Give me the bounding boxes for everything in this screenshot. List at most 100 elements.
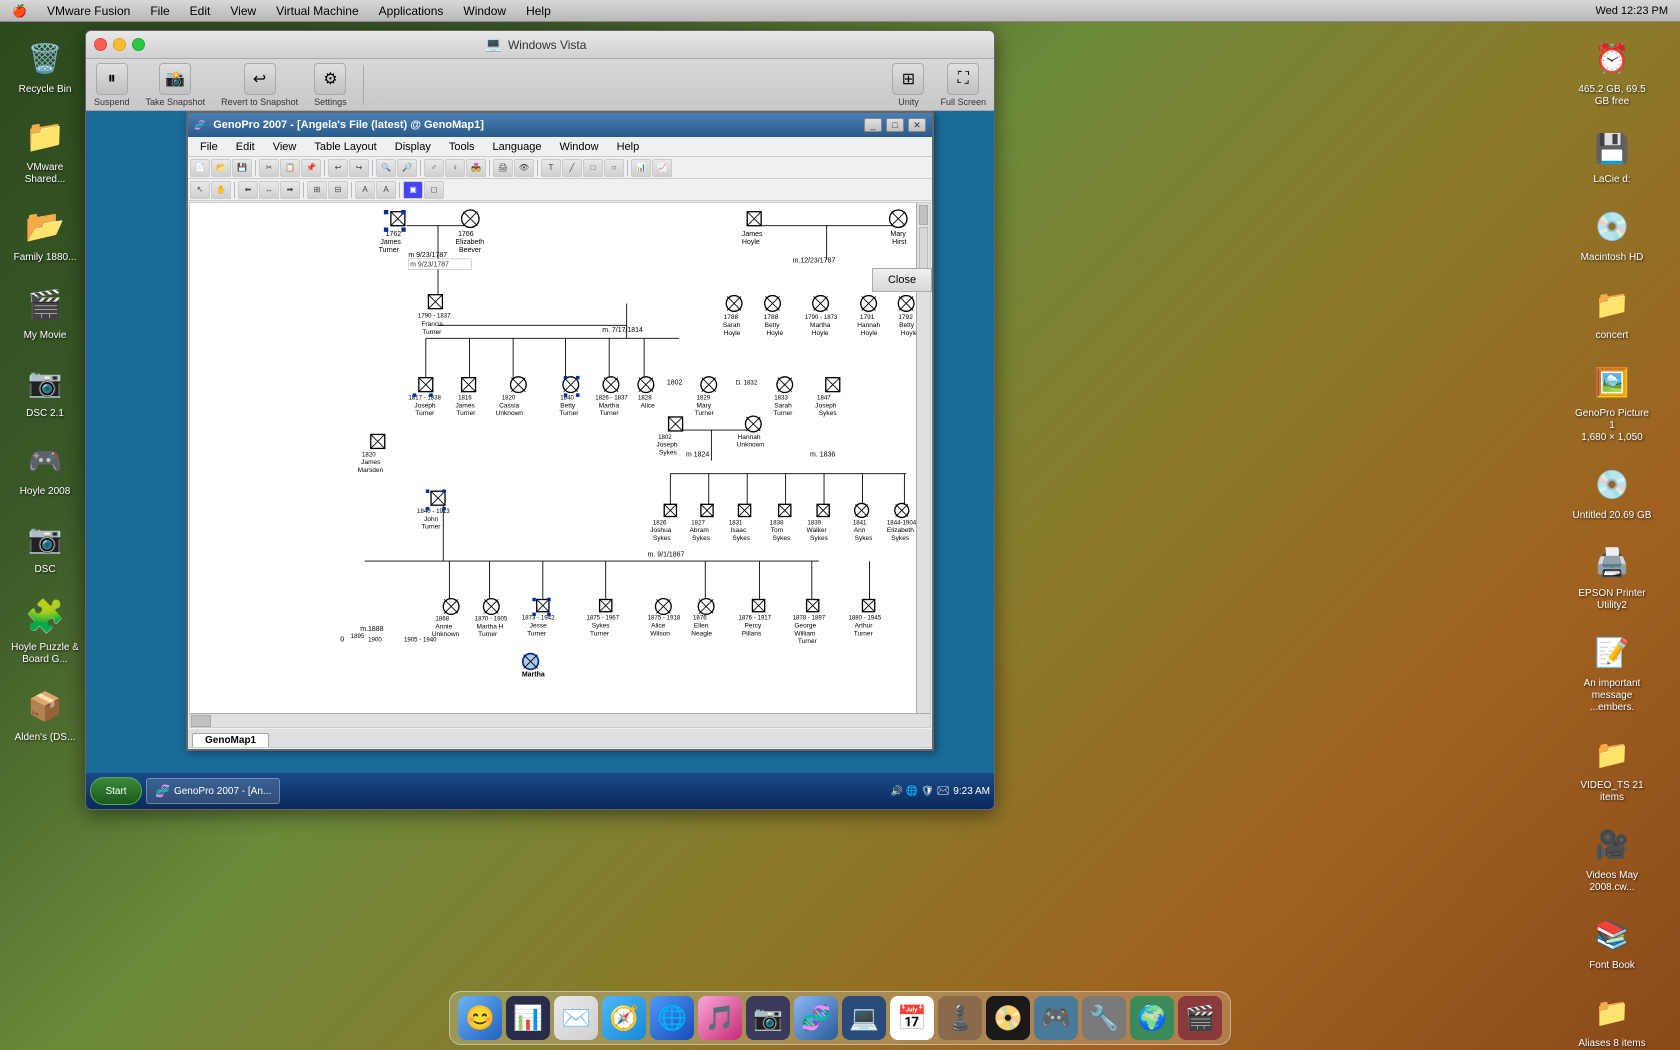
untitled-icon[interactable]: 💿 Untitled 20.69 GB [1556,456,1668,526]
genopro-language-menu[interactable]: Language [485,139,550,155]
genopro-maximize-btn[interactable]: □ [886,118,904,132]
fontsize-btn[interactable]: A [376,181,396,199]
help-menu[interactable]: Help [522,4,555,18]
applications-menu[interactable]: Applications [375,4,448,18]
genopro-taskbar-item[interactable]: 🧬 GenoPro 2007 - [An... [146,778,280,804]
fullscreen-button[interactable]: ⛶ Full Screen [940,63,986,107]
zoom-in-btn[interactable]: 🔍 [376,159,396,177]
hoyle2008-icon[interactable]: 🎮 Hoyle 2008 [4,432,86,502]
genopro-window-menu[interactable]: Window [551,139,606,155]
undo-btn[interactable]: ↩ [328,159,348,177]
dock-safari[interactable]: 🧭 [602,996,646,1040]
add-female-btn[interactable]: ♀ [445,159,465,177]
dock-finder[interactable]: 😊 [458,996,502,1040]
dock-dvd[interactable]: 📀 [986,996,1030,1040]
dock-chess[interactable]: ♟️ [938,996,982,1040]
my-movie-icon[interactable]: 🎬 My Movie [4,276,86,346]
arrange2-btn[interactable]: ⊟ [328,181,348,199]
time-machine-desktop-icon[interactable]: ⏰ 465.2 GB, 69.5 GB free [1556,30,1668,112]
dock-dashboard[interactable]: 📊 [506,996,550,1040]
revert-snapshot-button[interactable]: ↩ Revert to Snapshot [221,63,298,107]
start-button[interactable]: Start [90,777,142,805]
genopro-view-menu[interactable]: View [265,139,305,155]
shape-btn[interactable]: □ [583,159,603,177]
save-btn[interactable]: 💾 [232,159,252,177]
hoyle-puzzle-icon[interactable]: 🧩 Hoyle Puzzle & Board G... [4,588,86,670]
preview-btn[interactable]: 👁 [514,159,534,177]
window-menu[interactable]: Window [459,4,510,18]
genopro-file-menu[interactable]: File [192,139,226,155]
aliases-icon[interactable]: 📁 Aliases 8 items [1556,984,1668,1050]
chart-btn[interactable]: 📈 [652,159,672,177]
align-left-btn[interactable]: ⬅ [238,181,258,199]
genopro-canvas[interactable]: 1762 James Turner 1766 Elizabeth [189,202,931,728]
genopro-close-btn[interactable]: ✕ [908,118,926,132]
paste-btn[interactable]: 📌 [301,159,321,177]
align-center-btn[interactable]: ↔ [259,181,279,199]
take-snapshot-button[interactable]: 📸 Take Snapshot [146,63,206,107]
vmware-shared-icon[interactable]: 📁 VMware Shared... [4,108,86,190]
macintosh-hd-icon[interactable]: 💿 Macintosh HD [1556,198,1668,268]
video-ts-icon[interactable]: 📁 VIDEO_TS 21 items [1556,726,1668,808]
font-btn[interactable]: A [355,181,375,199]
suspend-button[interactable]: ⏸ Suspend [94,63,130,107]
apple-menu[interactable]: 🍎 [8,4,31,18]
genopro-help-menu[interactable]: Help [609,139,648,155]
genopro-minimize-btn[interactable]: _ [864,118,882,132]
add-marriage-btn[interactable]: 💑 [466,159,486,177]
dock-misc1[interactable]: 🎮 [1034,996,1078,1040]
videos-may-icon[interactable]: 🎥 Videos May 2008.cw... [1556,816,1668,898]
font-book-icon[interactable]: 📚 Font Book [1556,906,1668,976]
important-msg-icon[interactable]: 📝 An important message ...embers. [1556,624,1668,718]
cut-btn[interactable]: ✂ [259,159,279,177]
arrange-btn[interactable]: ⊞ [307,181,327,199]
dock-mail[interactable]: ✉️ [554,996,598,1040]
dock-genopro[interactable]: 🧬 [794,996,838,1040]
dock-ical[interactable]: 📅 [890,996,934,1040]
unity-button[interactable]: ⊞ Unity [892,63,924,107]
vmware-fusion-menu[interactable]: VMware Fusion [43,4,134,18]
ellipse-btn[interactable]: ○ [604,159,624,177]
dock-misc2[interactable]: 🔧 [1082,996,1126,1040]
dock-iphoto[interactable]: 📷 [746,996,790,1040]
copy-btn[interactable]: 📋 [280,159,300,177]
edit-menu[interactable]: Edit [186,4,215,18]
file-menu[interactable]: File [146,4,173,18]
family1880-icon[interactable]: 📂 Family 1880... [4,198,86,268]
minimize-window-button[interactable] [113,38,126,51]
alden-icon[interactable]: 📦 Alden's (DS... [4,678,86,748]
horizontal-scrollbar[interactable] [190,713,930,727]
maximize-window-button[interactable] [132,38,145,51]
new-btn[interactable]: 📄 [190,159,210,177]
hand-btn[interactable]: ✋ [211,181,231,199]
align-right-btn[interactable]: ➡ [280,181,300,199]
text-btn[interactable]: T [541,159,561,177]
close-panel-btn[interactable]: Close [872,268,932,292]
lacie-icon[interactable]: 💾 LaCie d: [1556,120,1668,190]
genopro-display-menu[interactable]: Display [387,139,439,155]
close-window-button[interactable] [94,38,107,51]
select-btn[interactable]: ↖ [190,181,210,199]
line-btn[interactable]: ╱ [562,159,582,177]
concert-icon[interactable]: 📁 concert [1556,276,1668,346]
redo-btn[interactable]: ↪ [349,159,369,177]
genopro-table-layout-menu[interactable]: Table Layout [306,139,384,155]
virtual-machine-menu[interactable]: Virtual Machine [272,4,363,18]
dock-vmware[interactable]: 💻 [842,996,886,1040]
genopro-picture-icon[interactable]: 🖼️ GenoPro Picture 11,680 × 1,050 [1556,354,1668,448]
open-btn[interactable]: 📂 [211,159,231,177]
dock-misc3[interactable]: 🌍 [1130,996,1174,1040]
geomap1-tab[interactable]: GenoMap1 [192,733,269,747]
settings-button[interactable]: ⚙ Settings [314,63,347,107]
dock-ie[interactable]: 🌐 [650,996,694,1040]
linecolor-btn[interactable]: ◻ [424,181,444,199]
zoom-out-btn[interactable]: 🔎 [397,159,417,177]
epson-icon[interactable]: 🖨️ EPSON Printer Utility2 [1556,534,1668,616]
color-btn[interactable]: ▣ [403,181,423,199]
vista-desktop[interactable]: 🧬 GenoPro 2007 - [Angela's File (latest)… [86,111,994,809]
dsc2-icon[interactable]: 📷 DSC [4,510,86,580]
add-male-btn[interactable]: ♂ [424,159,444,177]
report-btn[interactable]: 📊 [631,159,651,177]
genopro-tools-menu[interactable]: Tools [441,139,483,155]
print-btn[interactable]: 🖨 [493,159,513,177]
